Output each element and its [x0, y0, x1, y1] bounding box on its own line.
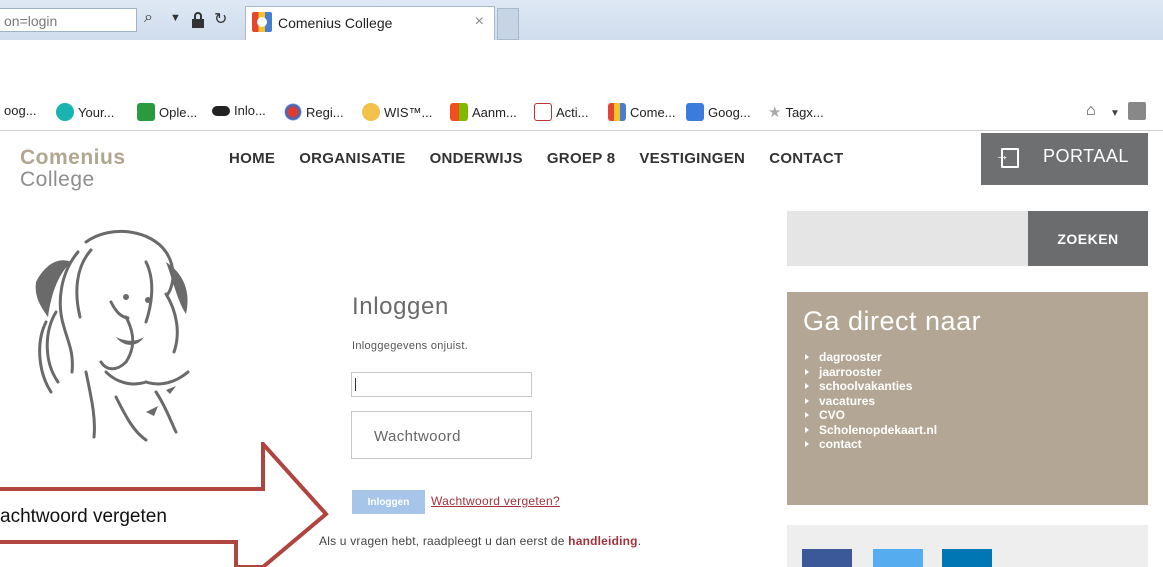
text-caret	[355, 378, 356, 391]
caret-right-icon	[805, 383, 809, 390]
caret-right-icon	[805, 354, 809, 361]
tab-comenius-college[interactable]: Comenius College ×	[245, 6, 495, 40]
twitter-icon[interactable]	[873, 549, 923, 567]
direct-link-contact[interactable]: contact	[805, 437, 937, 452]
direct-link-schoolvakanties[interactable]: schoolvakanties	[805, 379, 937, 394]
home-icon[interactable]: ⌂	[1086, 102, 1096, 120]
manual-link[interactable]: handleiding	[568, 534, 638, 548]
bookmark-ople[interactable]: Ople...	[137, 103, 197, 121]
login-error-message: Inloggegevens onjuist.	[352, 340, 469, 352]
direct-link-jaarrooster[interactable]: jaarrooster	[805, 365, 937, 380]
infinity-icon	[212, 105, 230, 116]
direct-title: Ga direct naar	[803, 306, 982, 336]
direct-link-scholenopdekaart[interactable]: Scholenopdekaart.nl	[805, 423, 937, 438]
username-field[interactable]	[351, 372, 532, 397]
nav-contact[interactable]: CONTACT	[769, 150, 843, 167]
password-placeholder: Wachtwoord	[374, 428, 461, 445]
logo-college[interactable]: College	[20, 168, 95, 192]
google-icon	[686, 103, 704, 121]
caret-right-icon	[805, 412, 809, 419]
ie-icon	[362, 103, 380, 121]
microsoft-icon	[450, 103, 468, 121]
lock-icon[interactable]	[191, 12, 205, 28]
close-tab-icon[interactable]: ×	[475, 13, 484, 31]
bookmark-aanm[interactable]: Aanm...	[450, 103, 517, 121]
forgot-password-link[interactable]: Wachtwoord vergeten?	[431, 494, 560, 508]
search-button[interactable]: ZOEKEN	[1028, 211, 1148, 266]
search-input[interactable]	[787, 211, 1028, 266]
comenius-portrait-image	[35, 229, 190, 442]
tab-title[interactable]: Comenius College	[278, 15, 392, 31]
nav-onderwijs[interactable]: ONDERWIJS	[430, 150, 523, 167]
bookmark-regi[interactable]: Regi...	[284, 103, 344, 121]
address-bar[interactable]: on=login	[0, 8, 137, 32]
caret-right-icon	[805, 397, 809, 404]
portaal-button[interactable]: PORTAAL	[981, 133, 1148, 185]
bookmark-tagx[interactable]: ★ Tagx...	[768, 103, 824, 121]
login-door-icon	[995, 147, 1019, 168]
rss-icon[interactable]	[1128, 102, 1146, 120]
q-icon	[534, 103, 552, 121]
login-title: Inloggen	[352, 293, 449, 320]
nav-groep-8[interactable]: GROEP 8	[547, 150, 616, 167]
nav-organisatie[interactable]: ORGANISATIE	[299, 150, 405, 167]
px-icon	[137, 103, 155, 121]
nav-home[interactable]: HOME	[229, 150, 275, 167]
help-text: Als u vragen hebt, raadpleegt u dan eers…	[319, 534, 642, 548]
comenius-icon	[608, 103, 626, 121]
caret-right-icon	[805, 426, 809, 433]
refresh-icon[interactable]: ↻	[214, 9, 227, 29]
facebook-icon[interactable]	[802, 549, 852, 567]
direct-link-cvo[interactable]: CVO	[805, 408, 937, 423]
caret-right-icon	[805, 441, 809, 448]
logo-comenius[interactable]: Comenius	[20, 146, 126, 170]
direct-links-panel: Ga direct naar dagrooster jaarrooster sc…	[787, 292, 1148, 505]
comenius-favicon-icon	[252, 12, 272, 32]
regi-icon	[284, 103, 302, 121]
bookmark-inlo[interactable]: Inlo...	[212, 103, 266, 118]
portaal-label: PORTAAL	[1043, 146, 1129, 166]
direct-link-vacatures[interactable]: vacatures	[805, 394, 937, 409]
bookmark-goog[interactable]: Goog...	[686, 103, 751, 121]
bookmark-wis[interactable]: WIS™...	[362, 103, 432, 121]
bookmarks-bar: oog... Your... Ople... Inlo... Regi... W…	[0, 95, 1163, 131]
direct-link-dagrooster[interactable]: dagrooster	[805, 350, 937, 365]
nav-vestigingen[interactable]: VESTIGINGEN	[639, 150, 745, 167]
caret-right-icon	[805, 368, 809, 375]
direct-links-list: dagrooster jaarrooster schoolvakanties v…	[805, 350, 937, 452]
login-button[interactable]: Inloggen	[352, 490, 425, 514]
bookmark-come[interactable]: Come...	[608, 103, 676, 121]
social-area	[787, 525, 1148, 567]
bookmark-acti[interactable]: Acti...	[534, 103, 589, 121]
main-nav: HOME ORGANISATIE ONDERWIJS GROEP 8 VESTI…	[229, 150, 844, 167]
dropdown-arrow-icon[interactable]: ▼	[1110, 108, 1120, 119]
address-text[interactable]: on=login	[4, 13, 57, 29]
search-icon[interactable]: ⌕	[144, 9, 153, 27]
new-tab-button[interactable]	[497, 8, 519, 40]
star-icon: ★	[768, 104, 782, 121]
arrow-label: achtwoord vergeten	[0, 506, 167, 527]
bookmark-your[interactable]: Your...	[56, 103, 114, 121]
linkedin-icon[interactable]	[942, 549, 992, 567]
your-icon	[56, 103, 74, 121]
password-field[interactable]: Wachtwoord	[351, 411, 532, 459]
divider	[0, 130, 1163, 131]
annotation-arrow	[0, 442, 329, 567]
bookmark-google[interactable]: oog...	[4, 103, 37, 118]
dropdown-arrow-icon[interactable]: ▼	[170, 12, 181, 24]
